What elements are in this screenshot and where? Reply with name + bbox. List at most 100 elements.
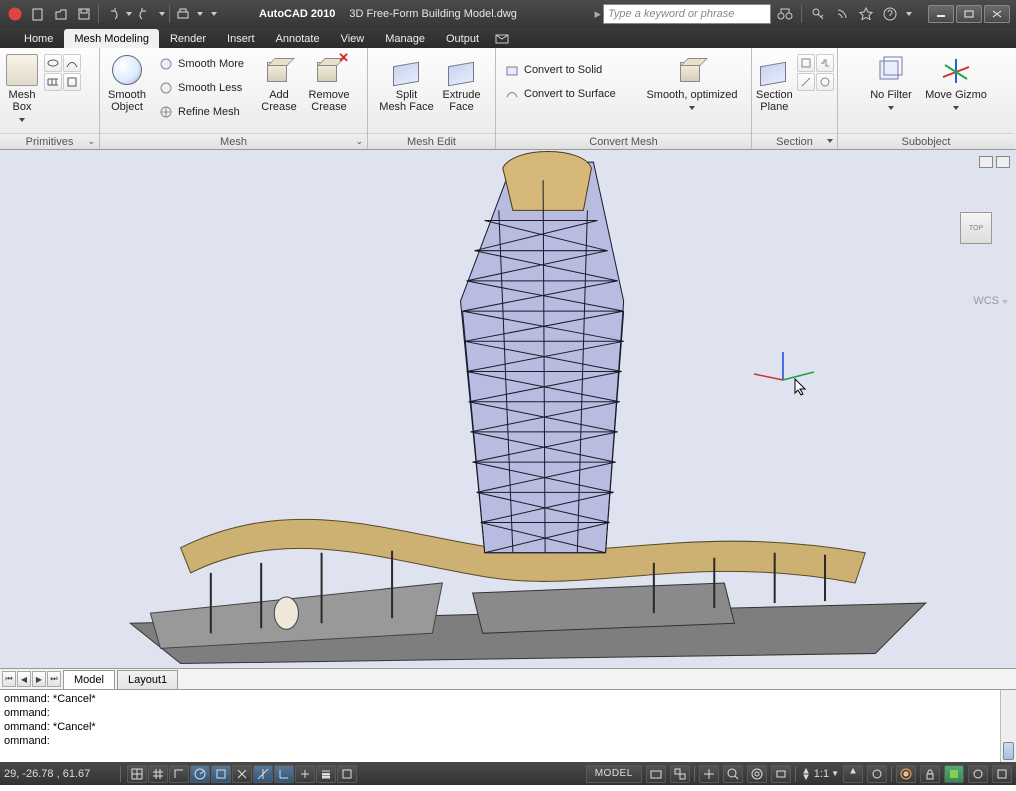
polar-tracking-toggle[interactable] — [190, 765, 210, 783]
annotation-autoscale-icon[interactable] — [867, 765, 887, 783]
smooth-optimized-button[interactable]: Smooth, optimized — [640, 52, 744, 110]
smooth-more-button[interactable]: Smooth More — [154, 52, 252, 76]
qat-undo-dropdown[interactable] — [124, 12, 134, 16]
primitive-edgesurf-icon[interactable] — [63, 54, 81, 72]
tab-home[interactable]: Home — [14, 29, 63, 48]
coordinate-readout[interactable]: 29, -26.78 , 61.67 — [4, 768, 114, 780]
primitive-rulesurf-icon[interactable] — [44, 73, 62, 91]
live-section-icon[interactable] — [797, 54, 815, 72]
generate-section-icon[interactable] — [797, 73, 815, 91]
mesh-box-button[interactable]: Mesh Box — [4, 52, 40, 122]
search-input[interactable]: Type a keyword or phrase — [603, 4, 771, 24]
split-mesh-face-button[interactable]: Split Mesh Face — [379, 52, 435, 113]
qat-redo-dropdown[interactable] — [157, 12, 167, 16]
qat-customize-dropdown[interactable] — [209, 12, 219, 16]
flatshot-icon[interactable] — [816, 73, 834, 91]
ducs-toggle[interactable] — [274, 765, 294, 783]
extrude-face-button[interactable]: Extrude Face — [439, 52, 485, 113]
add-crease-button[interactable]: Add Crease — [256, 52, 302, 113]
workspace-switching-icon[interactable] — [896, 765, 916, 783]
layout-nav-next-icon[interactable]: ▶ — [32, 671, 46, 687]
snap-mode-toggle[interactable] — [127, 765, 147, 783]
qat-print-icon[interactable] — [172, 3, 194, 25]
close-button[interactable] — [984, 5, 1010, 23]
primitive-tabsurf-icon[interactable] — [63, 73, 81, 91]
isolate-objects-icon[interactable] — [968, 765, 988, 783]
clean-screen-icon[interactable] — [992, 765, 1012, 783]
annotation-scale[interactable]: 1:1 ▼ — [800, 768, 839, 780]
hardware-accel-icon[interactable] — [944, 765, 964, 783]
layout-nav-prev-icon[interactable]: ◀ — [17, 671, 31, 687]
tab-manage[interactable]: Manage — [375, 29, 435, 48]
osnap-toggle[interactable] — [211, 765, 231, 783]
tab-output[interactable]: Output — [436, 29, 489, 48]
layout-nav-last-icon[interactable]: ⏭ — [47, 671, 61, 687]
3d-osnap-toggle[interactable] — [232, 765, 252, 783]
viewport-maximize-icon[interactable] — [996, 156, 1010, 168]
otrack-toggle[interactable] — [253, 765, 273, 783]
command-line-window[interactable]: ommand: *Cancel* ommand: ommand: *Cancel… — [0, 689, 1016, 762]
steering-wheel-icon[interactable] — [747, 765, 767, 783]
drawing-viewport[interactable]: TOP WCS — [0, 150, 1016, 668]
showmotion-icon[interactable] — [771, 765, 791, 783]
tab-insert[interactable]: Insert — [217, 29, 265, 48]
quick-view-drawings-icon[interactable] — [670, 765, 690, 783]
model-paper-toggle[interactable]: MODEL — [586, 765, 642, 783]
ortho-mode-toggle[interactable] — [169, 765, 189, 783]
remove-crease-button[interactable]: ✕ Remove Crease — [306, 52, 352, 113]
move-gizmo-button[interactable]: Move Gizmo — [923, 52, 989, 110]
subscription-key-icon[interactable] — [808, 4, 828, 24]
maximize-button[interactable] — [956, 5, 982, 23]
smooth-less-button[interactable]: Smooth Less — [154, 76, 252, 100]
primitive-revsurf-icon[interactable] — [44, 54, 62, 72]
lineweight-toggle[interactable] — [316, 765, 336, 783]
layout-nav-first-icon[interactable]: ⏮ — [2, 671, 16, 687]
convert-to-solid-button[interactable]: Convert to Solid — [500, 58, 636, 82]
no-filter-button[interactable]: No Filter — [863, 52, 919, 110]
viewport-minimize-icon[interactable] — [979, 156, 993, 168]
panel-title-convert-mesh: Convert Mesh — [496, 133, 751, 149]
refine-mesh-button[interactable]: Refine Mesh — [154, 100, 252, 124]
dyn-input-toggle[interactable] — [295, 765, 315, 783]
qat-undo-icon[interactable] — [101, 3, 123, 25]
annotation-visibility-icon[interactable] — [843, 765, 863, 783]
panel-title-mesh[interactable]: Mesh⌄ — [100, 133, 367, 149]
quick-access-toolbar — [0, 0, 219, 28]
qat-open-icon[interactable] — [50, 3, 72, 25]
tab-annotate[interactable]: Annotate — [266, 29, 330, 48]
app-menu-button[interactable] — [4, 3, 26, 25]
qat-redo-icon[interactable] — [134, 3, 156, 25]
minimize-button[interactable] — [928, 5, 954, 23]
wcs-dropdown[interactable]: WCS — [973, 295, 1008, 307]
convert-to-surface-button[interactable]: Convert to Surface — [500, 82, 636, 106]
favorites-star-icon[interactable] — [856, 4, 876, 24]
tab-express-tools-icon[interactable] — [490, 29, 514, 48]
pan-icon[interactable] — [699, 765, 719, 783]
layout-tab-model[interactable]: Model — [63, 670, 115, 689]
section-plane-button[interactable]: Section Plane — [756, 52, 793, 113]
command-scrollbar[interactable] — [1000, 690, 1016, 762]
qat-new-icon[interactable] — [27, 3, 49, 25]
smooth-object-button[interactable]: Smooth Object — [104, 52, 150, 113]
help-dropdown[interactable] — [904, 12, 914, 16]
layout-tab-layout1[interactable]: Layout1 — [117, 670, 178, 689]
toolbar-lock-icon[interactable] — [920, 765, 940, 783]
section-small-grid — [797, 54, 834, 91]
qat-save-icon[interactable] — [73, 3, 95, 25]
search-binoculars-icon[interactable] — [775, 4, 795, 24]
comm-center-icon[interactable] — [832, 4, 852, 24]
zoom-icon[interactable] — [723, 765, 743, 783]
grid-display-toggle[interactable] — [148, 765, 168, 783]
panel-title-subobject: Subobject — [838, 133, 1014, 149]
panel-title-section[interactable]: Section — [752, 133, 837, 149]
tab-render[interactable]: Render — [160, 29, 216, 48]
tab-mesh-modeling[interactable]: Mesh Modeling — [64, 29, 159, 48]
quick-properties-toggle[interactable] — [337, 765, 357, 783]
section-jog-icon[interactable] — [816, 54, 834, 72]
quick-view-layouts-icon[interactable] — [646, 765, 666, 783]
search-chevron-icon[interactable]: ▸ — [594, 6, 601, 22]
tab-view[interactable]: View — [331, 29, 375, 48]
panel-title-primitives[interactable]: Primitives⌄ — [0, 133, 99, 149]
qat-print-dropdown[interactable] — [195, 12, 205, 16]
help-icon[interactable] — [880, 4, 900, 24]
